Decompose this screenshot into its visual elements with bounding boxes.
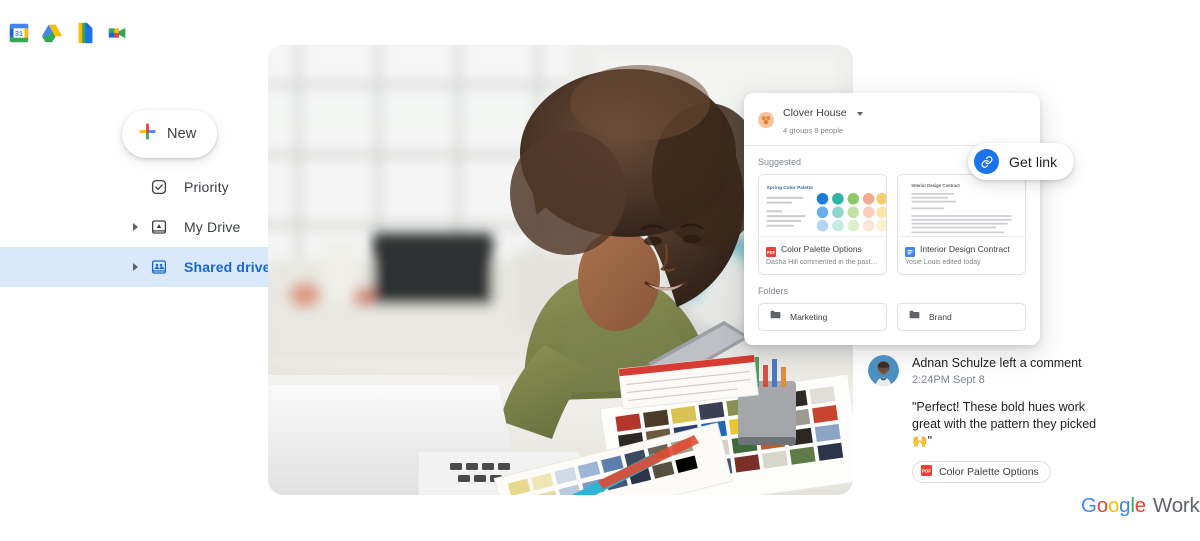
logo-letter-o1: o (1096, 494, 1108, 517)
google-docs-icon[interactable] (74, 22, 96, 44)
google-meet-icon[interactable] (107, 22, 129, 44)
pdf-file-icon: PDF (766, 244, 776, 258)
comment-notification: Adnan Schulze left a comment 2:24PM Sept… (868, 355, 1168, 483)
logo-product-name: Workspace (1152, 494, 1200, 517)
svg-text:PDF: PDF (922, 469, 931, 474)
chevron-right-icon[interactable] (133, 263, 138, 271)
file-meta: Interior Design Contract Yosie Louis edi… (898, 237, 1025, 274)
shared-drive-card: Clover House 4 groups 8 people Suggested… (744, 93, 1040, 346)
doc-file-icon (905, 244, 915, 258)
sidebar-item-label: My Drive (184, 219, 241, 235)
file-name: Color Palette Options (781, 244, 862, 255)
file-meta: PDF Color Palette Options Dasha Hill com… (759, 237, 886, 274)
folders-section-label: Folders (758, 286, 789, 297)
file-activity: Dasha Hill commented in the past month (766, 259, 879, 267)
svg-text:Interior Design Contract: Interior Design Contract (911, 184, 960, 189)
logo-letter-o2: o (1107, 494, 1120, 517)
folder-icon (908, 308, 921, 326)
comment-file-chip[interactable]: PDF Color Palette Options (912, 460, 1051, 483)
get-link-label: Get link (1009, 153, 1058, 170)
file-name: Interior Design Contract (920, 244, 1010, 255)
folder-card-brand[interactable]: Brand (897, 303, 1026, 332)
svg-text:PDF: PDF (767, 250, 776, 255)
new-button[interactable]: New (122, 110, 217, 158)
folder-icon (769, 308, 782, 326)
folder-name: Brand (929, 312, 952, 323)
comment-file-name: Color Palette Options (939, 465, 1039, 478)
comment-body: "Perfect! These bold hues work great wit… (912, 400, 1097, 448)
link-icon (974, 149, 999, 174)
sidebar-item-label: Shared drives (184, 259, 279, 275)
commenter-avatar (868, 355, 899, 386)
new-button-label: New (167, 126, 197, 142)
svg-text:Spring Color Palette: Spring Color Palette (767, 186, 813, 192)
suggested-files-list: Spring Color Palette PDF Color Palette O… (744, 174, 1040, 276)
shared-drives-icon (149, 257, 169, 277)
folder-card-marketing[interactable]: Marketing (758, 303, 887, 332)
pdf-file-icon: PDF (921, 463, 932, 481)
file-thumbnail: Spring Color Palette (759, 175, 886, 238)
google-workspace-logo: GoogleWorkspace (1081, 494, 1200, 518)
file-thumbnail: Interior Design Contract (898, 175, 1025, 238)
folder-name: Marketing (790, 312, 828, 323)
file-activity: Yosie Louis edited today (905, 259, 981, 267)
logo-letter-e: e (1134, 494, 1146, 517)
clover-house-avatar-icon (758, 111, 774, 128)
my-drive-icon (149, 217, 169, 237)
comment-timestamp: 2:24PM Sept 8 (912, 374, 985, 387)
get-link-button[interactable]: Get link (968, 143, 1075, 180)
svg-text:31: 31 (15, 29, 23, 38)
google-calendar-icon[interactable]: 31 (8, 22, 30, 44)
logo-letter-g: G (1081, 494, 1097, 517)
priority-check-icon (149, 177, 169, 197)
file-card-color-palette[interactable]: Spring Color Palette PDF Color Palette O… (758, 174, 887, 276)
logo-letter-g2: g (1119, 494, 1131, 517)
chevron-right-icon[interactable] (133, 223, 138, 231)
file-card-interior-contract[interactable]: Interior Design Contract Interior Design… (897, 174, 1026, 276)
sidebar-item-label: Priority (184, 179, 229, 195)
drive-card-title: Clover House (783, 107, 847, 120)
chevron-down-icon[interactable] (857, 111, 864, 116)
folders-list: Marketing Brand (744, 303, 1040, 332)
comment-heading: Adnan Schulze left a comment (912, 356, 1082, 370)
drive-card-subtitle: 4 groups 8 people (783, 126, 844, 135)
google-drive-icon[interactable] (41, 22, 63, 44)
drive-card-header[interactable]: Clover House 4 groups 8 people (744, 93, 1040, 147)
plus-icon (137, 121, 158, 147)
app-shortcut-bar: 31 (8, 22, 129, 44)
